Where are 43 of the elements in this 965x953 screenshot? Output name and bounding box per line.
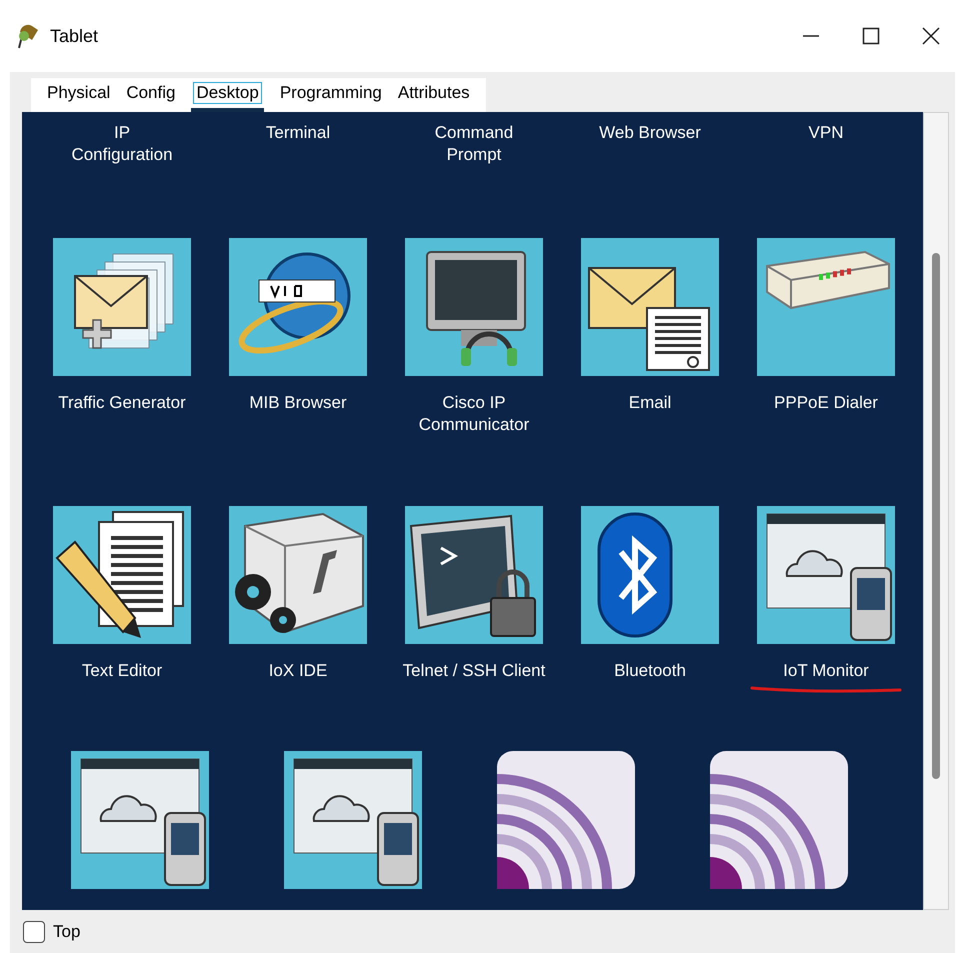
app-button[interactable]: IP Configuration [71, 122, 173, 166]
window-title: Tablet [50, 24, 98, 48]
app-label[interactable]: Bluetooth [614, 660, 686, 682]
bluetooth-icon [581, 506, 719, 644]
app-label[interactable]: IoT Monitor [783, 660, 869, 682]
app-button[interactable] [497, 751, 635, 889]
checkbox-label: Top [53, 921, 80, 944]
close-icon[interactable] [921, 26, 941, 46]
maximize-icon[interactable] [861, 26, 881, 46]
app-label[interactable]: PPPoE Dialer [774, 392, 878, 414]
cloud-window-phone-icon [71, 751, 209, 889]
tab[interactable]: Attributes [390, 78, 478, 112]
envelope-document-icon [581, 238, 719, 376]
gears-box-icon [229, 506, 367, 644]
app-label[interactable]: Text Editor [82, 660, 162, 682]
envelope-stack-icon [53, 238, 191, 376]
app-button[interactable] [710, 751, 848, 889]
cloud-window-phone-icon [757, 506, 895, 644]
app-button[interactable] [284, 751, 422, 889]
app-label[interactable]: IoX IDE [268, 660, 328, 682]
app-label[interactable]: Cisco IP Communicator [418, 392, 530, 436]
app-button[interactable]: Command Prompt [434, 122, 514, 166]
app-button[interactable]: Terminal [266, 122, 330, 144]
scrollbar[interactable] [923, 112, 949, 910]
app-button[interactable] [71, 751, 209, 889]
app-button[interactable]: Web Browser [599, 122, 701, 144]
cloud-window-phone-icon [284, 751, 422, 889]
pencil-document-icon [53, 506, 191, 644]
app-label[interactable]: Traffic Generator [58, 392, 186, 414]
app-button[interactable]: VPN [808, 122, 844, 144]
app-label[interactable]: Telnet / SSH Client [402, 660, 546, 682]
terminal-padlock-icon [405, 506, 543, 644]
tab[interactable]: Config [118, 78, 184, 112]
tab[interactable]: Physical [39, 78, 118, 112]
app-label[interactable]: Email [628, 392, 672, 414]
signal-rings-icon [710, 751, 848, 889]
tab[interactable]: Programming [272, 78, 390, 112]
checkbox[interactable] [23, 921, 45, 943]
modem-icon [757, 238, 895, 376]
signal-rings-icon [497, 751, 635, 889]
monitor-headset-icon [405, 238, 543, 376]
scrollbar-thumb[interactable] [932, 253, 940, 779]
app-label[interactable]: MIB Browser [249, 392, 347, 414]
